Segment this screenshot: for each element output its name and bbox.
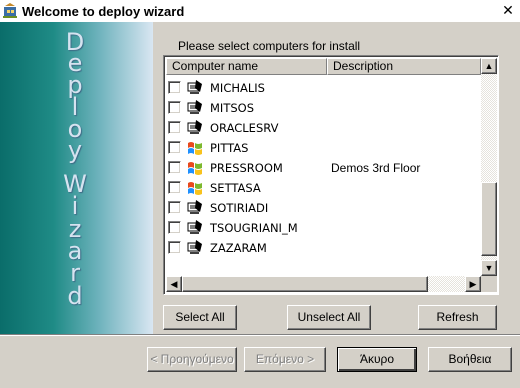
- wizard-app-icon: [2, 3, 18, 19]
- computer-name: SETTASA: [210, 181, 261, 195]
- computer-name: PRESSROOM: [210, 161, 283, 175]
- list-item[interactable]: MITSOS: [166, 98, 480, 118]
- row-checkbox[interactable]: [168, 121, 181, 134]
- banner-letter: d: [67, 282, 83, 310]
- column-header-description[interactable]: Description: [327, 58, 481, 75]
- computer-name: MITSOS: [210, 101, 254, 115]
- row-checkbox[interactable]: [168, 101, 181, 114]
- list-rows: MICHALIS MITSOS ORACLESRV PITTAS PRESSRO…: [166, 78, 480, 258]
- row-checkbox[interactable]: [168, 161, 181, 174]
- row-checkbox[interactable]: [168, 141, 181, 154]
- computer-icon: [187, 120, 203, 136]
- select-computers-label: Please select computers for install: [178, 39, 361, 53]
- list-item[interactable]: PRESSROOM Demos 3rd Floor: [166, 158, 480, 178]
- footer-separator-highlight: [0, 335, 520, 336]
- list-item[interactable]: TSOUGRIANI_M: [166, 218, 480, 238]
- list-item[interactable]: ORACLESRV: [166, 118, 480, 138]
- list-item[interactable]: ZAZARAM: [166, 238, 480, 258]
- row-checkbox[interactable]: [168, 181, 181, 194]
- scrollbar-corner: [481, 276, 497, 292]
- list-item[interactable]: PITTAS: [166, 138, 480, 158]
- computer-name: ZAZARAM: [210, 241, 267, 255]
- next-button[interactable]: Επόμενο >: [244, 347, 326, 372]
- row-checkbox[interactable]: [168, 221, 181, 234]
- select-all-button[interactable]: Select All: [163, 305, 237, 330]
- vertical-scrollbar[interactable]: ▲ ▼: [481, 58, 497, 276]
- refresh-button[interactable]: Refresh: [418, 305, 497, 330]
- windows-logo-icon: [187, 180, 203, 196]
- computer-icon: [187, 220, 203, 236]
- computer-icon: [187, 80, 203, 96]
- list-item[interactable]: SETTASA: [166, 178, 480, 198]
- computer-icon: [187, 100, 203, 116]
- title-bar: Welcome to deploy wizard ✕: [0, 0, 520, 22]
- horizontal-scroll-thumb[interactable]: [182, 276, 428, 292]
- scroll-left-arrow-icon[interactable]: ◀: [166, 276, 182, 292]
- help-button[interactable]: Βοήθεια: [428, 347, 512, 372]
- banner-letter: y: [67, 136, 83, 164]
- window-title: Welcome to deploy wizard: [22, 3, 185, 19]
- computer-name: ORACLESRV: [210, 121, 279, 135]
- computer-icon: [187, 200, 203, 216]
- scroll-down-arrow-icon[interactable]: ▼: [481, 260, 497, 276]
- unselect-all-button[interactable]: Unselect All: [287, 305, 371, 330]
- cancel-button[interactable]: Άκυρο: [337, 347, 417, 372]
- computer-name: TSOUGRIANI_M: [210, 221, 298, 235]
- windows-logo-icon: [187, 160, 203, 176]
- row-checkbox[interactable]: [168, 81, 181, 94]
- scroll-up-arrow-icon[interactable]: ▲: [481, 58, 497, 74]
- back-button[interactable]: < Προηγούμενο: [147, 347, 237, 372]
- column-header-computer-name[interactable]: Computer name: [166, 58, 327, 75]
- windows-logo-icon: [187, 140, 203, 156]
- computer-name: MICHALIS: [210, 81, 265, 95]
- list-item[interactable]: SOTIRIADI: [166, 198, 480, 218]
- vertical-scroll-thumb[interactable]: [481, 182, 497, 256]
- computer-list[interactable]: Computer name Description MICHALIS MITSO…: [163, 55, 499, 295]
- list-item[interactable]: MICHALIS: [166, 78, 480, 98]
- scroll-right-arrow-icon[interactable]: ▶: [465, 276, 481, 292]
- computer-description: Demos 3rd Floor: [331, 161, 421, 175]
- computer-name: PITTAS: [210, 141, 249, 155]
- row-checkbox[interactable]: [168, 201, 181, 214]
- close-icon[interactable]: ✕: [500, 2, 516, 18]
- wizard-banner: D e p l o y W i z a r d: [0, 22, 153, 334]
- computer-name: SOTIRIADI: [210, 201, 269, 215]
- list-header: Computer name Description: [166, 58, 481, 75]
- computer-icon: [187, 240, 203, 256]
- horizontal-scrollbar[interactable]: ◀ ▶: [166, 276, 481, 292]
- row-checkbox[interactable]: [168, 241, 181, 254]
